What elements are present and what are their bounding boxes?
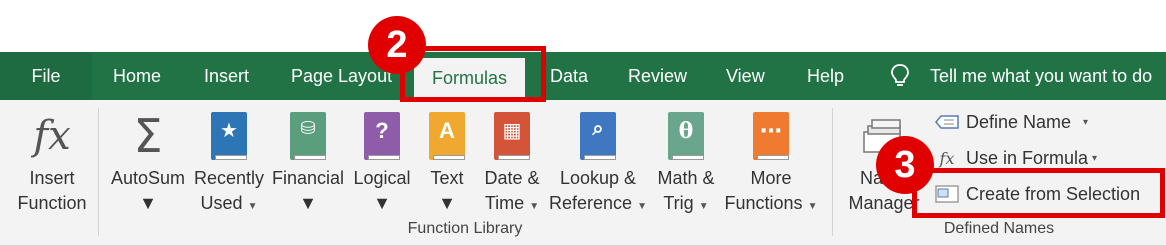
insert-function-label-1: Insert xyxy=(29,168,75,188)
chevron-down-icon: ▾ xyxy=(1083,116,1089,128)
create-from-selection-highlight-box xyxy=(912,168,1165,218)
star-book-icon: ★ xyxy=(211,106,247,166)
step-3-badge: 3 xyxy=(876,136,934,194)
function-library-group-label: Function Library xyxy=(407,220,523,237)
insert-function-label-2: Function xyxy=(17,193,87,213)
tab-view[interactable]: View xyxy=(726,52,765,100)
tab-help[interactable]: Help xyxy=(807,52,844,100)
use-in-formula-button[interactable]: fx Use in Formula ▾ xyxy=(934,147,1098,169)
tab-review[interactable]: Review xyxy=(628,52,687,100)
autosum-label: AutoSum xyxy=(110,168,186,188)
chevron-down-icon: ▾ xyxy=(1092,152,1098,164)
chevron-down-icon: ▼ xyxy=(247,201,258,212)
financial-label: Financial xyxy=(271,168,345,188)
date-time-label-2-row: Time ▼ xyxy=(485,191,539,219)
insert-function-button[interactable]: fx Insert Function xyxy=(10,106,94,216)
fx-icon: fx xyxy=(33,113,71,159)
logical-button[interactable]: ? Logical ▼ xyxy=(348,106,416,216)
recently-used-label-2-row: Used ▼ xyxy=(201,191,258,219)
name-tag-icon xyxy=(934,111,960,133)
coins-book-icon: ⛁ xyxy=(290,106,326,166)
more-functions-label-2-row: Functions ▼ xyxy=(725,191,818,219)
chevron-down-icon: ▼ xyxy=(299,193,317,213)
ellipsis-book-icon: ⋯ xyxy=(753,106,789,166)
sigma-icon: Σ xyxy=(133,109,163,163)
name-manager-label-2: Manager xyxy=(848,193,920,213)
tab-data[interactable]: Data xyxy=(550,52,588,100)
calendar-book-icon: ▦ xyxy=(494,106,530,166)
financial-button[interactable]: ⛁ Financial ▼ xyxy=(268,106,348,216)
more-functions-label-1: More xyxy=(750,168,792,188)
fx-small-icon: fx xyxy=(939,148,955,168)
tell-me-search[interactable]: Tell me what you want to do xyxy=(888,52,1152,100)
tab-home[interactable]: Home xyxy=(113,52,161,100)
date-time-label-2: Time xyxy=(484,193,525,213)
recently-used-label-2: Used xyxy=(200,193,243,213)
math-trig-button[interactable]: θ Math & Trig ▼ xyxy=(650,106,722,219)
use-in-formula-label: Use in Formula xyxy=(966,147,1089,168)
chevron-down-icon: ▼ xyxy=(373,193,391,213)
lookup-reference-label-2-row: Reference ▼ xyxy=(549,191,647,219)
chevron-down-icon: ▼ xyxy=(438,193,456,213)
theta-book-icon: θ xyxy=(668,106,704,166)
lightbulb-icon xyxy=(891,64,909,86)
chevron-down-icon: ▼ xyxy=(637,201,647,212)
separator xyxy=(98,108,99,236)
math-trig-label-2: Trig xyxy=(663,193,694,213)
lookup-reference-label-1: Lookup & xyxy=(559,168,637,188)
lookup-reference-button[interactable]: ⌕ Lookup & Reference ▼ xyxy=(546,106,650,219)
recently-used-button[interactable]: ★ Recently Used ▼ xyxy=(190,106,268,219)
tell-me-text: Tell me what you want to do xyxy=(930,65,1153,86)
date-time-button[interactable]: ▦ Date & Time ▼ xyxy=(478,106,546,219)
question-book-icon: ? xyxy=(364,106,400,166)
text-label: Text xyxy=(430,168,464,188)
separator xyxy=(832,108,833,236)
math-trig-label-2-row: Trig ▼ xyxy=(663,191,708,219)
math-trig-label-1: Math & xyxy=(657,168,715,188)
a-book-icon: A xyxy=(429,106,465,166)
chevron-down-icon: ▼ xyxy=(698,201,709,212)
recently-used-label-1: Recently xyxy=(193,168,265,188)
magnifier-book-icon: ⌕ xyxy=(580,106,616,166)
logical-label: Logical xyxy=(353,168,411,188)
ribbon-tab-bar: File Home Insert Page Layout Formulas Da… xyxy=(0,52,1166,100)
define-name-label: Define Name xyxy=(966,111,1072,132)
chevron-down-icon: ▼ xyxy=(807,201,818,212)
tab-file[interactable]: File xyxy=(0,52,92,100)
chevron-down-icon: ▼ xyxy=(139,193,157,213)
defined-names-group-label: Defined Names xyxy=(943,220,1055,237)
chevron-down-icon: ▼ xyxy=(529,201,540,212)
more-functions-label-2: Functions xyxy=(724,193,803,213)
more-functions-button[interactable]: ⋯ More Functions ▼ xyxy=(722,106,820,219)
define-name-button[interactable]: Define Name ▾ xyxy=(934,111,1088,133)
step-2-badge: 2 xyxy=(368,16,426,74)
text-button[interactable]: A Text ▼ xyxy=(418,106,476,216)
top-margin xyxy=(0,0,1166,52)
tab-insert[interactable]: Insert xyxy=(204,52,249,100)
lookup-reference-label-2: Reference xyxy=(549,193,633,213)
autosum-button[interactable]: Σ AutoSum ▼ xyxy=(106,106,190,216)
date-time-label-1: Date & xyxy=(484,168,540,188)
